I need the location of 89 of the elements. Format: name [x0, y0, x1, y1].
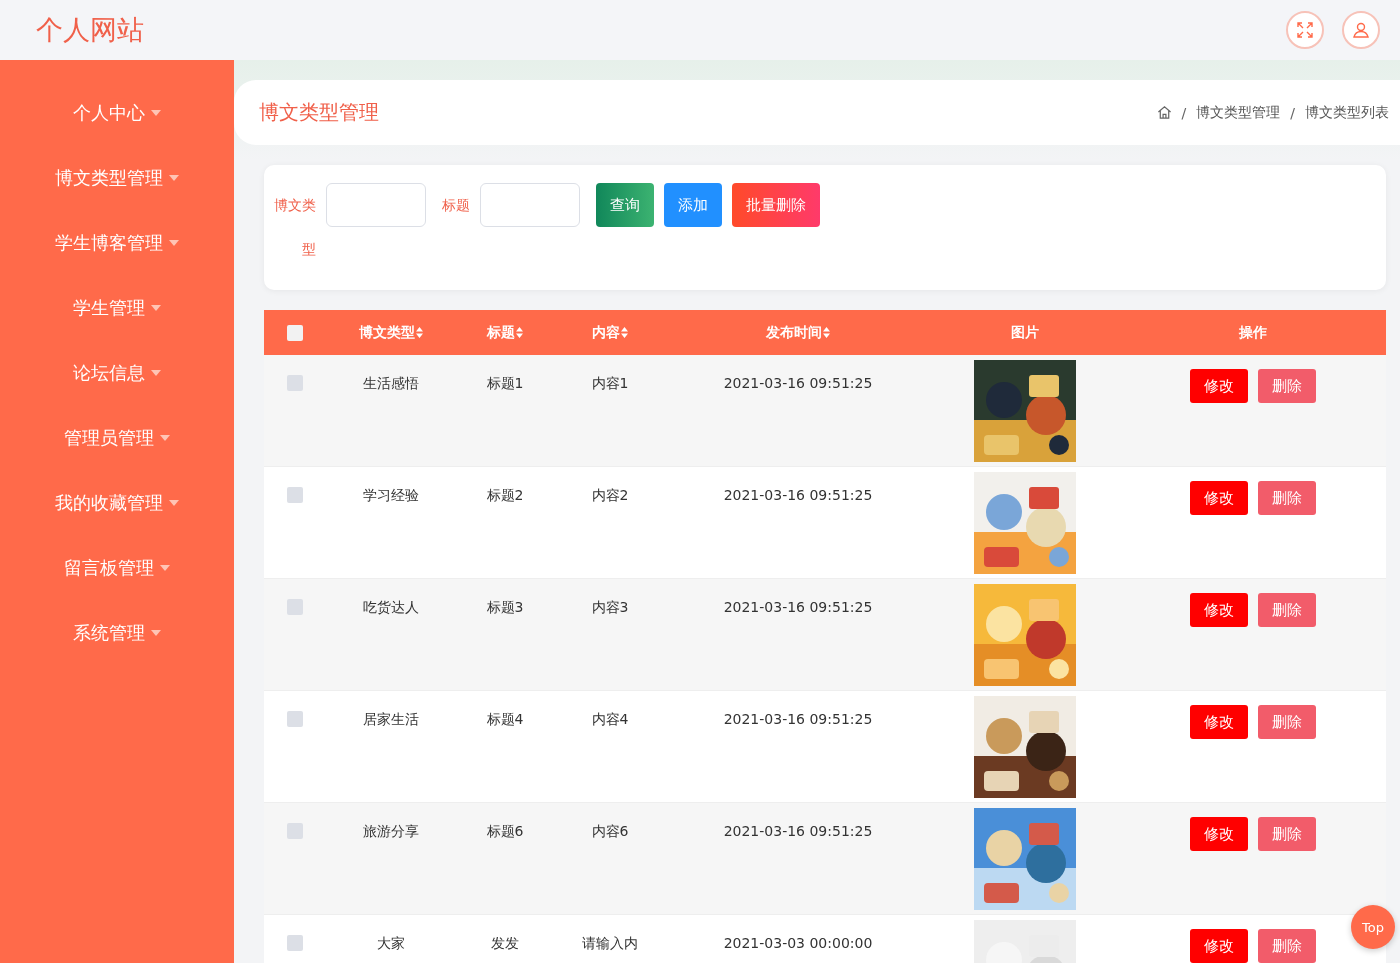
- checkbox[interactable]: [287, 711, 303, 727]
- field-label: 博文类型: [273, 196, 316, 259]
- table-cell: 生活感悟: [363, 375, 419, 393]
- input-field[interactable]: [480, 183, 580, 227]
- input-field[interactable]: [326, 183, 426, 227]
- caret-icon: [160, 564, 170, 571]
- checkbox[interactable]: [287, 935, 303, 951]
- table-cell: 内容1: [591, 375, 629, 393]
- column-header[interactable]: 标题: [487, 323, 523, 342]
- column-header[interactable]: 博文类型: [359, 323, 423, 342]
- table-cell: 2021-03-16 09:51:25: [723, 711, 873, 727]
- search-button[interactable]: 添加: [664, 183, 722, 227]
- row-action-button[interactable]: 删除: [1258, 593, 1316, 627]
- row-action-button[interactable]: 修改: [1190, 817, 1248, 851]
- caret-icon: [160, 434, 170, 441]
- column-header[interactable]: 发布时间: [766, 323, 830, 342]
- sort-icon: [516, 327, 523, 338]
- caret-icon: [151, 629, 161, 636]
- table-cell: 标题3: [486, 599, 524, 617]
- user-button[interactable]: [1342, 11, 1380, 49]
- sidebar-item[interactable]: 博文类型管理: [0, 145, 234, 210]
- checkbox[interactable]: [287, 487, 303, 503]
- table-cell: 标题6: [486, 823, 524, 841]
- search-button[interactable]: 查询: [596, 183, 654, 227]
- row-action-button[interactable]: 修改: [1190, 593, 1248, 627]
- column-header[interactable]: 图片: [1011, 323, 1039, 342]
- table-cell: 发发: [491, 935, 519, 953]
- table-cell: 标题2: [486, 487, 524, 505]
- sort-icon: [823, 327, 830, 338]
- row-action-button[interactable]: 删除: [1258, 481, 1316, 515]
- table-cell: 标题1: [486, 375, 524, 393]
- table-cell: 2021-03-16 09:51:25: [723, 823, 873, 839]
- checkbox[interactable]: [287, 375, 303, 391]
- sidebar-item[interactable]: 管理员管理: [0, 405, 234, 470]
- breadcrumb-item[interactable]: 博文类型管理: [1196, 103, 1281, 122]
- sidebar-item[interactable]: 论坛信息: [0, 340, 234, 405]
- row-action-button[interactable]: 修改: [1190, 929, 1248, 963]
- user-icon: [1352, 21, 1370, 39]
- field-label: 标题: [442, 196, 470, 215]
- table-cell: 吃货达人: [363, 599, 419, 617]
- fullscreen-button[interactable]: [1286, 11, 1324, 49]
- search-button[interactable]: 批量删除: [732, 183, 820, 227]
- breadcrumb-item[interactable]: 博文类型列表: [1305, 103, 1389, 122]
- sidebar-item[interactable]: 我的收藏管理: [0, 470, 234, 535]
- row-action-button[interactable]: 删除: [1258, 705, 1316, 739]
- breadcrumb-separator: /: [1290, 104, 1295, 121]
- table-cell: 2021-03-16 09:51:25: [723, 487, 873, 503]
- table-cell: 2021-03-16 09:51:25: [723, 599, 873, 615]
- checkbox[interactable]: [287, 823, 303, 839]
- table-cell: 请输入内: [582, 935, 638, 953]
- table-cell: 内容2: [591, 487, 629, 505]
- breadcrumb-separator: /: [1181, 104, 1187, 121]
- table-cell: 2021-03-16 09:51:25: [723, 375, 873, 391]
- table-cell: 旅游分享: [363, 823, 419, 841]
- caret-icon: [151, 304, 161, 311]
- row-action-button[interactable]: 修改: [1190, 705, 1248, 739]
- table-cell: 2021-03-03 00:00:00: [723, 935, 873, 951]
- row-action-button[interactable]: 修改: [1190, 481, 1248, 515]
- caret-icon: [169, 499, 179, 506]
- sidebar-item[interactable]: 学生管理: [0, 275, 234, 340]
- checkbox[interactable]: [287, 599, 303, 615]
- fullscreen-icon: [1296, 21, 1314, 39]
- row-action-button[interactable]: 修改: [1190, 369, 1248, 403]
- site-title: 个人网站: [36, 13, 144, 47]
- sidebar-item[interactable]: 留言板管理: [0, 535, 234, 600]
- sidebar-item[interactable]: 系统管理: [0, 600, 234, 665]
- row-action-button[interactable]: 删除: [1258, 369, 1316, 403]
- sort-icon: [621, 327, 628, 338]
- table-cell: 内容4: [591, 711, 629, 729]
- table-cell: 学习经验: [363, 487, 419, 505]
- column-header[interactable]: 操作: [1239, 323, 1267, 342]
- row-action-button[interactable]: 删除: [1258, 929, 1316, 963]
- column-header[interactable]: 内容: [592, 323, 628, 342]
- caret-icon: [151, 369, 161, 376]
- table-cell: 居家生活: [363, 711, 419, 729]
- sidebar-item[interactable]: 个人中心: [0, 80, 234, 145]
- table-cell: 内容3: [591, 599, 629, 617]
- sidebar-item[interactable]: 学生博客管理: [0, 210, 234, 275]
- table-cell: 标题4: [486, 711, 524, 729]
- row-action-button[interactable]: 删除: [1258, 817, 1316, 851]
- page-title: 博文类型管理: [259, 99, 379, 126]
- table-cell: 大家: [377, 935, 405, 953]
- home-icon[interactable]: [1156, 105, 1172, 120]
- caret-icon: [169, 174, 179, 181]
- table-cell: 内容6: [591, 823, 629, 841]
- sort-icon: [416, 327, 423, 338]
- caret-icon: [169, 239, 179, 246]
- caret-icon: [151, 109, 161, 116]
- checkbox[interactable]: [287, 324, 303, 341]
